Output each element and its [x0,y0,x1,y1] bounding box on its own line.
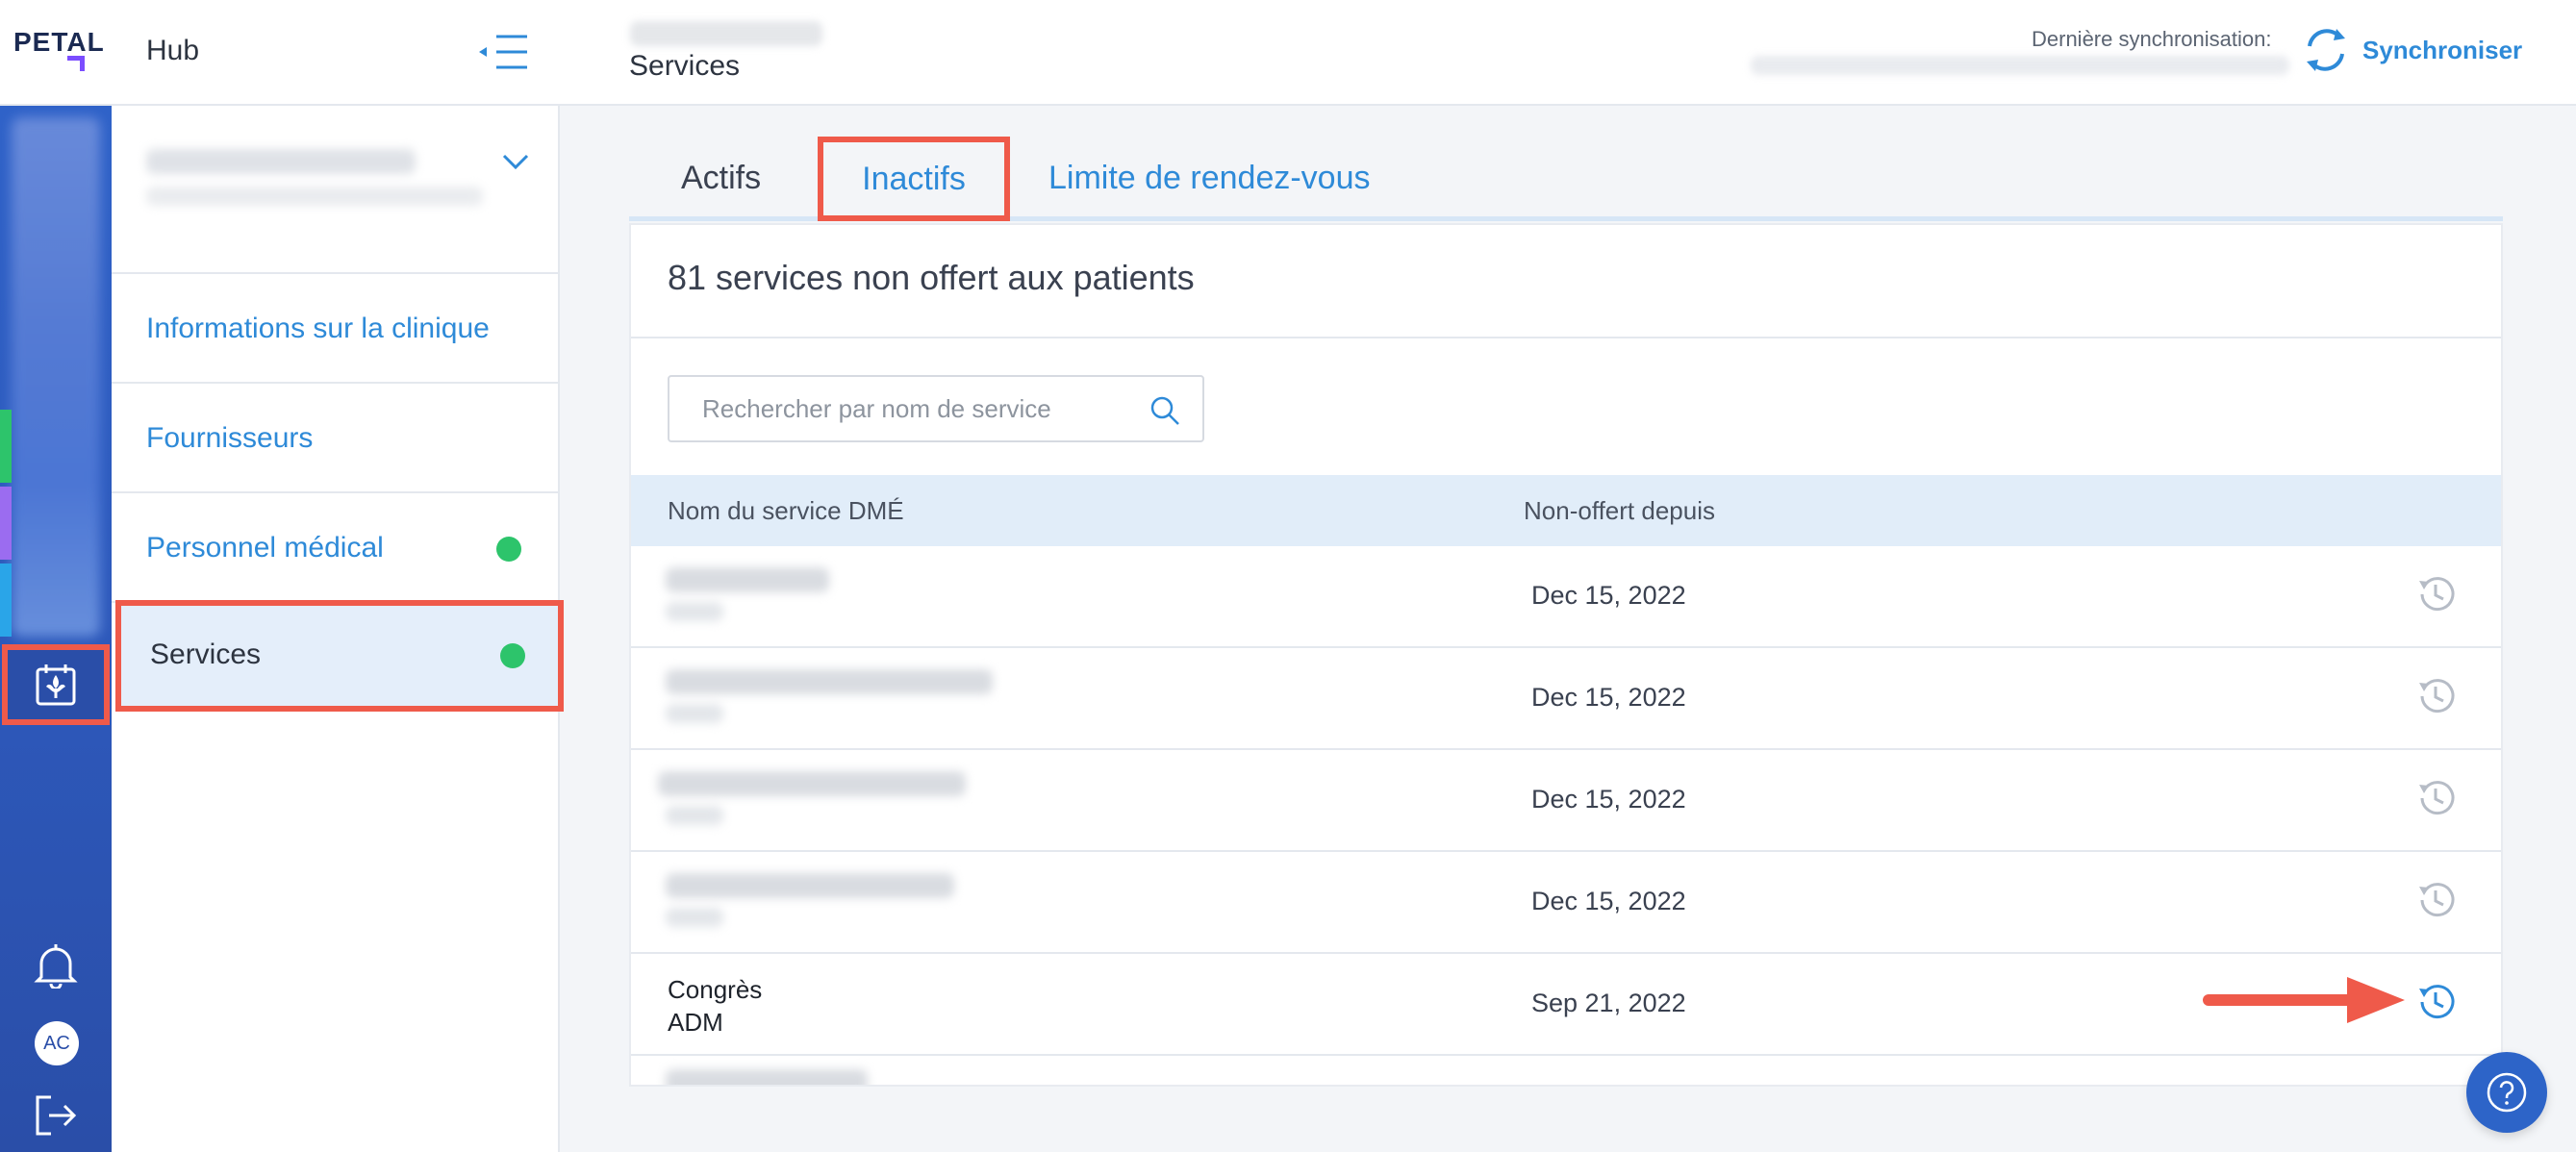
table-row [631,1056,2501,1085]
history-button[interactable] [2412,571,2459,617]
tab-appointment-limit[interactable]: Limite de rendez-vous [1048,135,1371,221]
history-icon [2419,883,2455,917]
synchronize-button[interactable]: Synchroniser [2301,23,2522,77]
logout-button[interactable] [31,1090,81,1140]
column-header-service-name: Nom du service DMÉ [668,496,904,525]
collapse-menu-button[interactable] [475,33,531,71]
inactive-since-date: Sep 21, 2022 [1531,989,1686,1017]
status-dot [500,643,525,668]
page-title: Services [629,50,741,82]
history-icon [2419,781,2455,815]
last-sync-value-redacted [1751,56,2289,75]
chevron-down-icon [502,154,529,170]
clinic-name-redacted [146,149,416,174]
service-code-redacted [666,908,723,927]
service-code-redacted [666,704,723,723]
rail-item-clinic-settings[interactable] [2,644,110,725]
service-name-redacted [666,669,993,694]
status-dot [496,537,521,562]
history-icon [2419,577,2455,612]
table-row: Dec 15, 2022 [631,750,2501,852]
service-name-label: Congrès [668,975,763,1004]
logo-mark-icon [67,56,85,71]
divider [631,337,2501,338]
avatar[interactable]: AC [35,1021,79,1065]
history-button[interactable] [2412,979,2459,1025]
inactive-since-date: Dec 15, 2022 [1531,581,1686,610]
history-button[interactable] [2412,673,2459,719]
service-name-redacted [666,567,829,592]
service-code-redacted [666,806,723,825]
history-button[interactable] [2412,877,2459,923]
help-icon [2487,1072,2527,1113]
table-row: Dec 15, 2022 [631,546,2501,648]
table-row: Dec 15, 2022 [631,852,2501,954]
sidebar-item-providers[interactable]: Fournisseurs [112,384,560,493]
search-icon [1150,396,1179,425]
column-header-inactive-since: Non-offert depuis [1524,496,1715,525]
icon-rail: AC [0,106,112,1152]
sidebar-item-medical-staff[interactable]: Personnel médical [112,493,560,603]
notifications-button[interactable] [31,940,81,990]
search-input[interactable] [669,377,1141,440]
sidebar-item-services[interactable]: Services [115,600,564,712]
inactive-since-date: Dec 15, 2022 [1531,887,1686,915]
top-bar: PETAL Hub Services Dernière synchronisat… [0,0,2576,106]
settings-sidebar: Informations sur la clinique Fournisseur… [112,106,564,1152]
clinic-address-redacted [146,187,483,206]
service-code-redacted [666,602,723,621]
inactive-since-date: Dec 15, 2022 [1531,683,1686,712]
service-code-label: ADM [668,1008,723,1037]
table-header: Nom du service DMÉ Non-offert depuis [631,475,2501,546]
collapse-menu-icon [479,35,527,69]
help-button[interactable] [2466,1052,2547,1133]
service-name-redacted [658,771,966,796]
service-name: Congrès ADM [668,973,762,1039]
table-row: Dec 15, 2022 [631,648,2501,750]
logout-icon [36,1095,77,1136]
rail-icons-redacted [12,117,100,637]
search-box[interactable] [668,375,1204,442]
service-name-redacted [666,873,954,898]
inactive-since-date: Dec 15, 2022 [1531,785,1686,814]
inactive-services-card: 81 services non offert aux patients Nom … [629,223,2503,1087]
bell-icon [34,944,78,989]
clinic-selector[interactable] [112,106,560,274]
service-tabs: Actifs Inactifs Limite de rendez-vous [629,135,2503,221]
history-button[interactable] [2412,775,2459,821]
sync-icon [2307,29,2345,71]
sidebar-item-clinic-information[interactable]: Informations sur la clinique [112,274,560,384]
tab-inactive[interactable]: Inactifs [818,137,1010,221]
rail-stripe-green [0,410,12,483]
tab-active[interactable]: Actifs [681,135,761,221]
history-icon [2419,679,2455,714]
service-name-redacted [666,1069,868,1085]
rail-stripe-purple [0,487,12,560]
fleur-de-lis-icon [36,664,76,706]
petal-logo: PETAL [13,27,104,75]
last-sync-label: Dernière synchronisation: [2032,27,2272,51]
card-title: 81 services non offert aux patients [668,258,1195,297]
breadcrumb-redacted [630,21,822,46]
history-icon [2419,985,2455,1019]
rail-stripe-blue [0,563,12,637]
hub-title: Hub [146,35,200,66]
annotation-arrow-icon [2203,977,2405,1023]
